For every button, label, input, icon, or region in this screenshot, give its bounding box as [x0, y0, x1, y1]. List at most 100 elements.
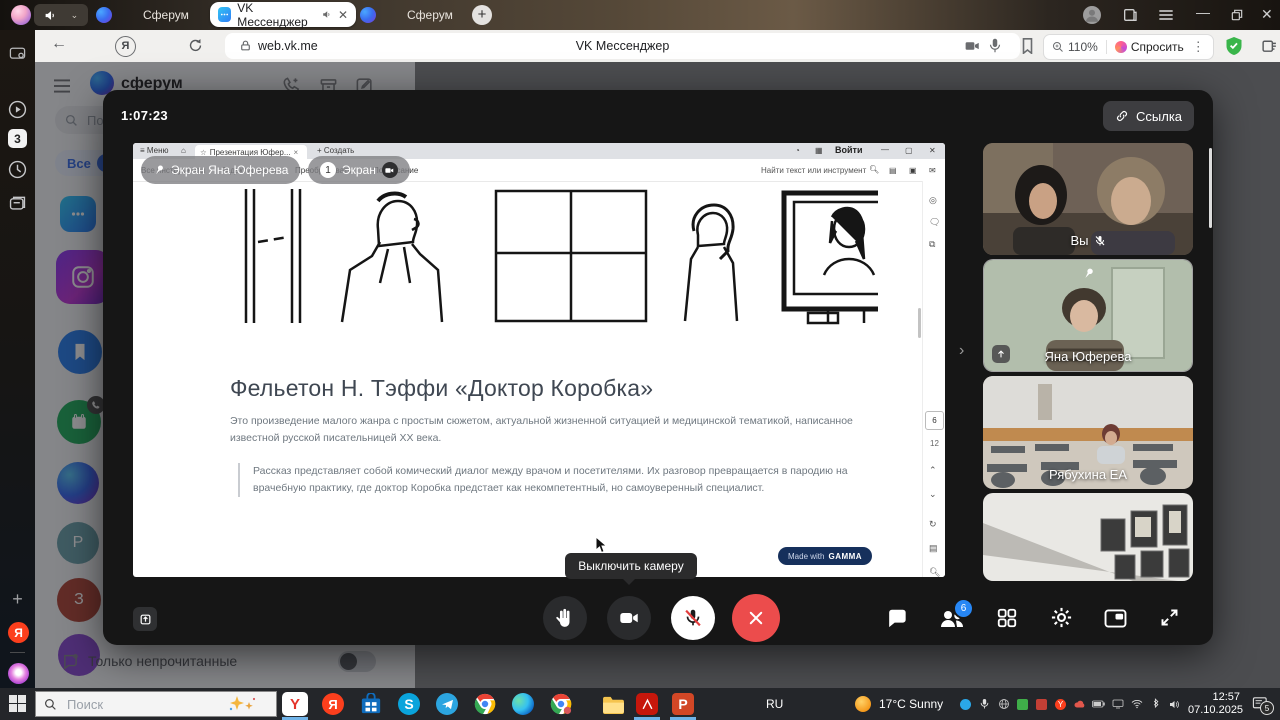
browser-menu-icon[interactable] [1158, 8, 1174, 22]
shared-create-tab[interactable]: + Создать [317, 146, 354, 155]
participant-tile-classroom[interactable] [983, 493, 1193, 581]
start-button[interactable] [9, 695, 26, 712]
tab-panels-icon[interactable] [1122, 7, 1138, 23]
screenshot-icon[interactable] [8, 43, 27, 62]
home-icon[interactable]: ⌂ [181, 146, 186, 155]
taskbar-chrome-alt-icon[interactable] [548, 692, 574, 716]
screen-count-pill[interactable]: 1 Экран [308, 156, 410, 184]
new-tab-button[interactable]: + [472, 5, 492, 25]
fullscreen-button[interactable] [1159, 607, 1180, 628]
tab-close-icon[interactable]: ✕ [338, 8, 348, 22]
collections-icon[interactable] [8, 194, 27, 213]
clock-icon[interactable]: ◔ [795, 146, 800, 155]
tray-grid-red-icon[interactable] [1034, 697, 1049, 711]
rotate-icon[interactable]: ↻ [929, 519, 937, 530]
refresh-icon[interactable] [187, 37, 204, 54]
tab-close-icon[interactable]: × [294, 148, 299, 157]
microphone-button[interactable] [671, 596, 715, 640]
taskbar-chrome-icon[interactable] [472, 692, 498, 716]
mail-icon[interactable]: ✉ [929, 166, 936, 175]
taskbar-powerpoint-icon[interactable]: P [670, 692, 696, 716]
minimize-icon[interactable]: — [1196, 4, 1210, 20]
taskbar-store-icon[interactable] [358, 692, 384, 716]
page-down-icon[interactable]: ⌄ [929, 489, 937, 500]
browser-user-avatar[interactable] [1083, 6, 1101, 24]
participant-tile-yana[interactable]: Яна Юферева [983, 259, 1193, 372]
shared-login-button[interactable]: Войти [835, 145, 862, 155]
participant-tile-ryabukhina[interactable]: Рябухина ЕА [983, 376, 1193, 489]
zoom-in-icon[interactable]: 🔍︎ [929, 567, 940, 577]
taskbar-acrobat-icon[interactable] [634, 692, 660, 716]
doc-export-icon[interactable]: ▤ [929, 543, 938, 554]
tray-bluetooth-icon[interactable] [1148, 697, 1163, 711]
tray-wifi-icon[interactable] [1129, 697, 1144, 711]
taskbar-yandex-browser-icon[interactable]: Y [282, 692, 308, 716]
taskbar-clock[interactable]: 12:57 07.10.2025 [1188, 691, 1240, 717]
back-icon[interactable]: ← [51, 35, 67, 53]
chat-button[interactable] [885, 607, 908, 629]
shared-find[interactable]: Найти текст или инструмент [761, 166, 866, 175]
at-icon[interactable]: ◎ [929, 195, 937, 206]
tray-mic-icon[interactable] [977, 697, 992, 711]
gamma-badge[interactable]: Made with GAMMA [778, 547, 872, 565]
history-icon[interactable] [8, 160, 27, 179]
collapse-participants-icon[interactable]: › [959, 342, 964, 360]
weather-text[interactable]: 17°C Sunny [879, 697, 943, 711]
protect-shield-icon[interactable] [1225, 36, 1243, 56]
sidebar-add-icon[interactable]: + [8, 590, 27, 609]
settings-button[interactable] [1050, 606, 1073, 629]
browser-profile-avatar[interactable] [11, 5, 31, 25]
camera-permission-icon[interactable] [965, 40, 980, 52]
tray-battery-icon[interactable] [1091, 697, 1106, 711]
restore-icon[interactable] [1230, 8, 1244, 22]
participants-button[interactable]: 6 [939, 606, 965, 630]
close-icon[interactable]: ✕ [929, 146, 936, 155]
tray-cloud-icon[interactable] [1072, 697, 1087, 711]
alice-orb-icon[interactable] [8, 663, 29, 684]
taskbar-search[interactable] [35, 691, 277, 717]
comment-icon[interactable]: 🗨︎ [929, 217, 940, 228]
taskbar-search-input[interactable] [65, 696, 219, 713]
raise-hand-button[interactable] [543, 596, 587, 640]
pinned-screen-pill[interactable]: Экран Яна Юферева [141, 156, 300, 184]
mic-permission-icon[interactable] [989, 38, 1001, 53]
taskbar-explorer-icon[interactable] [600, 692, 626, 716]
minimize-icon[interactable]: — [881, 145, 889, 154]
url-field[interactable]: web.vk.me VK Мессенджер [225, 33, 1020, 59]
video-panel-icon[interactable] [8, 100, 27, 119]
extensions-icon[interactable] [1261, 37, 1278, 54]
layout-grid-button[interactable] [996, 607, 1018, 629]
restore-icon[interactable]: ▢ [905, 146, 913, 155]
tab-sferum-2[interactable]: Сферум [360, 0, 453, 30]
tray-volume-icon[interactable] [1167, 697, 1182, 711]
shared-scrollbar[interactable] [918, 308, 921, 338]
tab-vk-messenger[interactable]: VK Мессенджер ✕ [210, 2, 356, 27]
pip-button[interactable] [1104, 609, 1127, 628]
kebab-menu-icon[interactable]: ⋮ [1192, 39, 1205, 55]
camera-button[interactable] [607, 596, 651, 640]
yandex-search-icon[interactable]: Я [115, 36, 136, 57]
tray-warning-icon[interactable] [1015, 697, 1030, 711]
notification-center-icon[interactable]: 5 [1252, 696, 1269, 711]
page-current-box[interactable]: 6 [925, 411, 944, 430]
taskbar-telegram-icon[interactable] [434, 692, 460, 716]
tab-audio-control[interactable]: ⌄ [34, 4, 88, 26]
shared-menu[interactable]: ≡ Меню [140, 146, 169, 155]
taskbar-skype-icon[interactable]: S [396, 692, 422, 716]
taskbar-yandex-icon[interactable]: Я [320, 692, 346, 716]
close-icon[interactable]: ✕ [1261, 6, 1273, 23]
tab-sferum-1[interactable]: Сферум [96, 0, 189, 30]
tab-audio-icon[interactable] [322, 9, 332, 20]
zoom-control[interactable]: 110% [1052, 40, 1098, 54]
participants-scrollbar[interactable] [1209, 148, 1212, 228]
weather-sun-icon[interactable] [855, 696, 871, 712]
language-indicator[interactable]: RU [766, 697, 783, 711]
participant-tile-you[interactable]: Вы [983, 143, 1193, 255]
bookmark-icon[interactable] [1021, 38, 1034, 54]
taskbar-edge-icon[interactable] [510, 692, 536, 716]
downloads-badge[interactable]: 3 [8, 129, 27, 148]
tray-network-globe-icon[interactable] [996, 697, 1011, 711]
yandex-app-icon[interactable]: Я [8, 622, 29, 643]
tray-yandex-icon[interactable]: Y [1053, 697, 1068, 711]
tray-app1-icon[interactable] [958, 697, 973, 711]
